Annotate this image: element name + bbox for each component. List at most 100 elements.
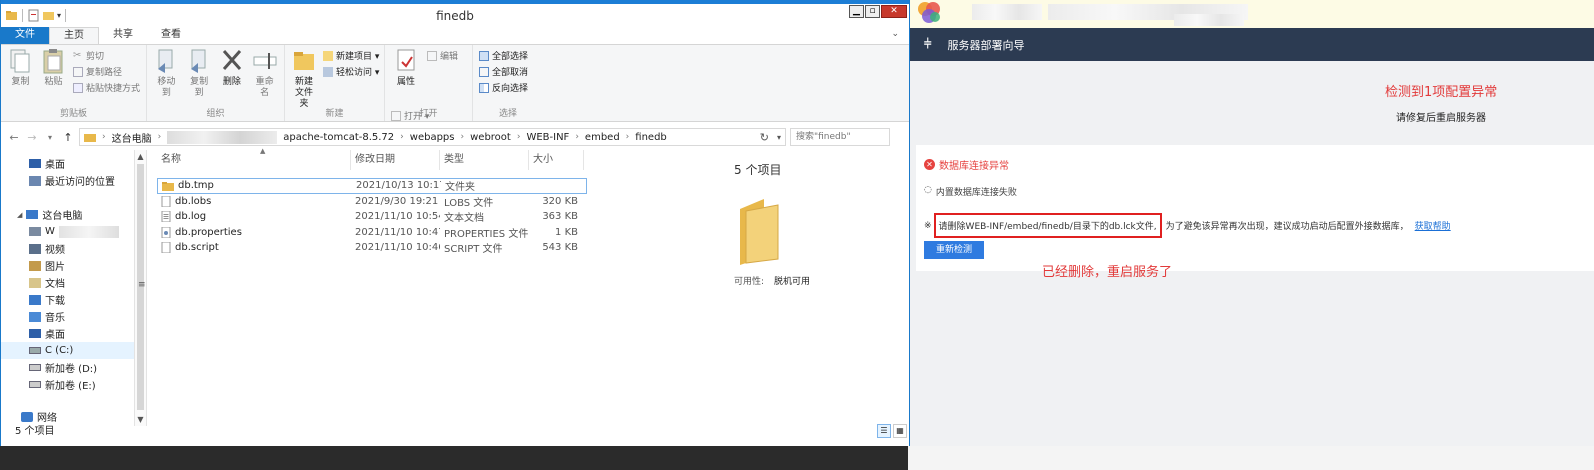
recent-locations-icon[interactable]: ▾ <box>43 133 57 142</box>
address-dropdown-icon[interactable]: ▾ <box>777 133 781 142</box>
column-header-size[interactable]: 大小 <box>529 150 584 170</box>
new-folder-button[interactable]: 新建 文件夹 <box>291 47 317 110</box>
drive-icon <box>29 381 41 388</box>
music-icon <box>29 311 41 322</box>
copy-button[interactable]: 复制 <box>7 47 34 94</box>
breadcrumb-segment[interactable]: apache-tomcat-8.5.72 <box>283 132 394 143</box>
select-all-label: 全部选择 <box>492 52 529 62</box>
select-none-button[interactable]: 全部取消 <box>479 65 537 78</box>
wizard-header: ⫩ 服务器部署向导 <box>910 28 1594 61</box>
copy-to-label: 复制到 <box>190 77 209 98</box>
close-button[interactable]: ✕ <box>881 5 907 18</box>
cut-button[interactable]: ✂ 剪切 <box>73 49 140 62</box>
nav-item-drive-e[interactable]: 新加卷 (E:) <box>1 376 134 393</box>
table-row[interactable]: db.properties 2021/11/10 10:47 PROPERTIE… <box>157 225 587 241</box>
nav-item-drive-d[interactable]: 新加卷 (D:) <box>1 359 134 376</box>
new-item-button[interactable]: 新建项目 ▾ <box>323 49 379 62</box>
search-input[interactable]: 搜索"finedb" <box>790 128 890 146</box>
nav-item-videos[interactable]: 视频 <box>1 240 134 257</box>
properties-label: 属性 <box>396 77 415 87</box>
table-row[interactable]: db.lobs 2021/9/30 19:21 LOBS 文件 320 KB <box>157 194 587 210</box>
large-icons-view-icon[interactable]: ▦ <box>893 424 907 438</box>
column-header-name[interactable]: 名称 <box>157 150 351 170</box>
breadcrumb-root[interactable]: 这台电脑 <box>112 130 152 145</box>
nav-item-pictures[interactable]: 图片 <box>1 257 134 274</box>
nav-item-drive-c[interactable]: C (C:) <box>1 342 134 359</box>
nav-item-documents[interactable]: 文档 <box>1 274 134 291</box>
table-row[interactable]: db.tmp 2021/10/13 10:17 文件夹 <box>157 178 587 194</box>
nav-item-this-pc[interactable]: ◢ 这台电脑 <box>1 206 134 223</box>
expand-icon[interactable]: ◢ <box>17 211 22 219</box>
nav-label: 下载 <box>45 296 65 307</box>
breadcrumb-segment[interactable]: webroot <box>470 132 511 143</box>
nav-scrollbar[interactable]: ▲ ≡ ▼ <box>134 150 147 426</box>
scroll-down-icon[interactable]: ▼ <box>135 415 146 424</box>
app-logo-icon <box>918 2 940 23</box>
browser-top-strip <box>910 0 1594 28</box>
column-header-type[interactable]: 类型 <box>440 150 529 170</box>
folder-icon <box>84 133 96 142</box>
breadcrumb-segment[interactable]: WEB-INF <box>526 132 569 143</box>
file-size: 320 KB <box>542 195 578 207</box>
table-row[interactable]: db.script 2021/11/10 10:46 SCRIPT 文件 543… <box>157 240 587 256</box>
bullet-icon: ◌ <box>924 185 932 195</box>
tab-file[interactable]: 文件 <box>1 27 49 44</box>
back-icon[interactable]: ← <box>7 131 21 144</box>
easy-access-icon <box>323 66 333 77</box>
copy-path-icon <box>72 66 83 77</box>
edit-button[interactable]: 编辑 <box>427 49 458 62</box>
nav-label: 桌面 <box>45 160 65 171</box>
documents-icon <box>29 277 41 288</box>
select-all-button[interactable]: 全部选择 <box>479 49 537 62</box>
delete-button[interactable]: 删除 <box>219 47 246 99</box>
file-size: 1 KB <box>555 226 578 238</box>
copy-path-button[interactable]: 复制路径 <box>72 65 140 78</box>
breadcrumb-segment[interactable]: finedb <box>635 132 666 143</box>
nav-item-network[interactable]: 网络 <box>1 408 134 425</box>
copy-path-label: 复制路径 <box>85 68 122 78</box>
forward-icon[interactable]: → <box>25 131 39 144</box>
nav-item-desktop-2[interactable]: 桌面 <box>1 325 134 342</box>
tab-share[interactable]: 共享 <box>99 27 147 44</box>
rename-button[interactable]: 重命名 <box>251 47 278 99</box>
paste-shortcut-label: 粘贴快捷方式 <box>85 84 140 94</box>
nav-item-recent[interactable]: 最近访问的位置 <box>1 172 134 189</box>
nav-item-downloads[interactable]: 下载 <box>1 291 134 308</box>
nav-item-network-drive[interactable]: W <box>1 223 134 240</box>
copy-label: 复制 <box>11 77 30 87</box>
tab-view[interactable]: 查看 <box>147 27 195 44</box>
easy-access-button[interactable]: 轻松访问 ▾ <box>323 65 379 78</box>
paste-shortcut-button[interactable]: 粘贴快捷方式 <box>72 81 140 94</box>
folder-icon <box>162 181 174 191</box>
nav-item-music[interactable]: 音乐 <box>1 308 134 325</box>
nav-label: 视频 <box>45 245 65 256</box>
file-type: 文本文档 <box>444 213 484 225</box>
help-link[interactable]: 获取帮助 <box>1415 219 1451 232</box>
nav-item-desktop[interactable]: 桌面 <box>1 155 134 172</box>
ribbon-group-open: 属性 编辑 打开 ▾ 打开 <box>385 45 473 122</box>
breadcrumb-separator: › <box>625 132 630 142</box>
copy-to-button[interactable]: 复制到 <box>186 47 213 99</box>
minimize-button[interactable]: ▁ <box>849 5 864 18</box>
breadcrumb-segment[interactable]: webapps <box>410 132 455 143</box>
invert-selection-button[interactable]: 反向选择 <box>479 81 537 94</box>
up-icon[interactable]: ↑ <box>61 131 75 144</box>
column-header-date[interactable]: 修改日期 <box>351 150 440 170</box>
recheck-button[interactable]: 重新检测 <box>924 241 984 259</box>
breadcrumb-segment[interactable]: embed <box>585 132 620 143</box>
move-to-button[interactable]: 移动到 <box>153 47 180 99</box>
nav-label: 新加卷 (D:) <box>45 364 98 375</box>
ribbon-expand-icon[interactable]: ⌄ <box>891 29 899 39</box>
paste-button[interactable]: 粘贴 <box>40 47 67 94</box>
settings-sliders-icon[interactable]: ⫩ <box>924 37 931 52</box>
properties-button[interactable]: 属性 <box>391 47 421 88</box>
scroll-up-icon[interactable]: ▲ <box>135 152 146 161</box>
tab-home[interactable]: 主页 <box>49 27 99 44</box>
refresh-icon[interactable]: ↻ <box>760 131 769 144</box>
window-title: finedb <box>436 8 474 23</box>
details-view-icon[interactable]: ☰ <box>877 424 891 438</box>
address-bar[interactable]: › 这台电脑 › apache-tomcat-8.5.72 › webapps … <box>79 128 786 146</box>
maximize-button[interactable]: ▫ <box>865 5 880 18</box>
table-row[interactable]: db.log 2021/11/10 10:54 文本文档 363 KB <box>157 209 587 225</box>
breadcrumb-separator: › <box>516 132 521 142</box>
